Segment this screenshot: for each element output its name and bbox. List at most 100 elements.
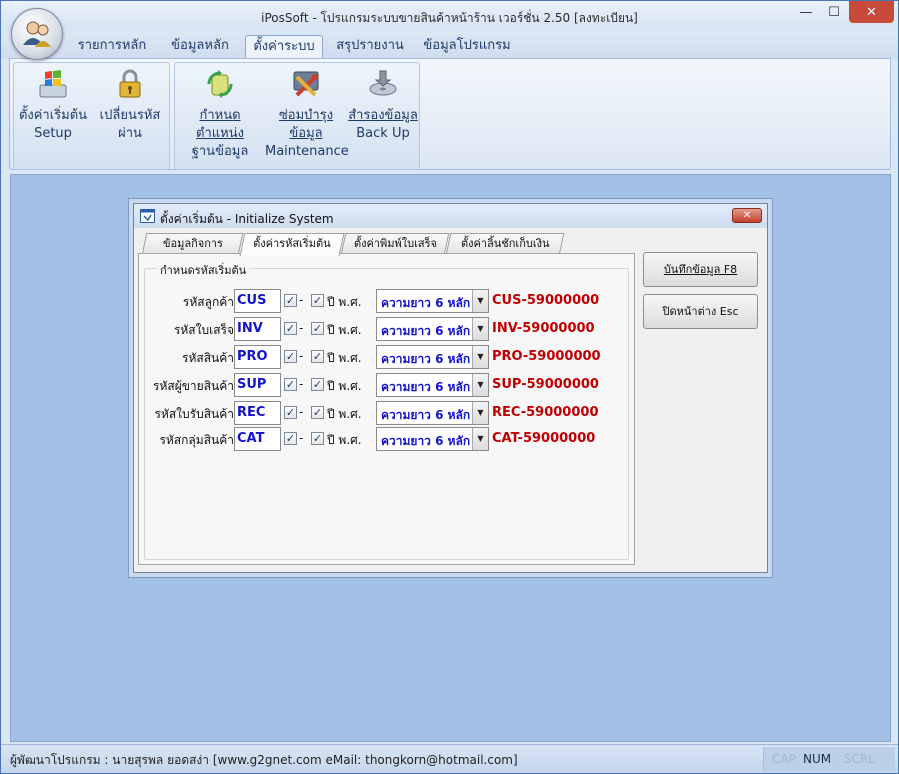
maximize-button[interactable]: ☐: [821, 1, 847, 23]
chevron-down-icon[interactable]: ▼: [472, 318, 488, 340]
chevron-down-icon[interactable]: ▼: [472, 290, 488, 312]
length-select-value: ความยาว 6 หลัก: [381, 352, 471, 366]
prefix-input[interactable]: PRO: [234, 345, 281, 369]
ribbon-tab-strip: รายการหลัก ข้อมูลหลัก ตั้งค่าระบบ สรุปรา…: [1, 31, 898, 60]
code-row-label: รหัสใบเสร็จ: [173, 323, 234, 337]
year-label: ปี พ.ศ.: [327, 351, 362, 365]
length-select[interactable]: ความยาว 6 หลัก ▼: [376, 373, 489, 397]
backup-button[interactable]: สำรองข้อมูล Back Up: [347, 67, 419, 143]
tab-receipt-printing[interactable]: ตั้งค่าพิมพ์ใบเสร็จ: [340, 233, 450, 255]
dash-label: -: [299, 431, 304, 445]
developer-info: ผู้พัฒนาโปรแกรม : นายสุรพล ยอดสง่า [www.…: [10, 753, 518, 767]
windows-setup-icon: [39, 70, 67, 98]
minimize-button[interactable]: —: [793, 1, 819, 23]
code-row: รหัสใบเสร็จ INV ✓ - ✓ ปี พ.ศ. ความยาว 6 หลัก ▼ I…: [145, 317, 630, 341]
code-sample: CAT-59000000: [492, 431, 596, 446]
year-checkbox[interactable]: ✓: [311, 406, 324, 419]
tab-business-info[interactable]: ข้อมูลกิจการ: [141, 233, 244, 255]
title-bar: iPosSoft - โปรแกรมระบบขายสินค้าหน้าร้าน …: [1, 1, 898, 31]
chevron-down-icon[interactable]: ▼: [472, 346, 488, 368]
change-password-label: เปลี่ยนรหัสผ่าน: [99, 108, 161, 141]
ribbon-group-setup: ตั้งค่าเริ่มต้น Setup เปลี่ยนรหัสผ่าน: [13, 62, 170, 170]
dash-checkbox[interactable]: ✓: [284, 378, 297, 391]
code-sample: SUP-59000000: [492, 377, 599, 392]
length-select-value: ความยาว 6 หลัก: [381, 434, 471, 448]
code-row-label: รหัสสินค้า: [182, 351, 234, 365]
database-location-icon: [207, 70, 233, 98]
database-location-label-1: กำหนดตำแหน่ง: [196, 108, 244, 141]
change-password-button[interactable]: เปลี่ยนรหัสผ่าน: [90, 67, 170, 143]
code-row-label: รหัสกลุ่มสินค้า: [159, 433, 234, 447]
dialog-close-button[interactable]: ✕: [732, 208, 762, 223]
year-label: ปี พ.ศ.: [327, 323, 362, 337]
maintenance-button[interactable]: ซ่อมบำรุงข้อมูล Maintenance: [265, 67, 349, 161]
code-row-label: รหัสผู้ขายสินค้า: [153, 379, 234, 393]
database-location-button[interactable]: กำหนดตำแหน่ง ฐานข้อมูล: [177, 67, 263, 161]
scroll-lock-indicator: SCRL: [844, 752, 876, 766]
dash-checkbox[interactable]: ✓: [284, 322, 297, 335]
dialog-title-bar[interactable]: ตั้งค่าเริ่มต้น - Initialize System ✕: [134, 204, 767, 228]
prefix-input[interactable]: CAT: [234, 427, 281, 451]
dash-checkbox[interactable]: ✓: [284, 350, 297, 363]
tab-reports[interactable]: สรุปรายงาน: [331, 35, 409, 59]
code-row: รหัสใบรับสินค้า REC ✓ - ✓ ปี พ.ศ. ความยาว 6 หล…: [145, 401, 630, 425]
close-window-button[interactable]: ปิดหน้าต่าง Esc: [643, 294, 758, 329]
status-bar: ผู้พัฒนาโปรแกรม : นายสุรพล ยอดสง่า [www.…: [1, 744, 898, 773]
ribbon-panel: ตั้งค่าเริ่มต้น Setup เปลี่ยนรหัสผ่าน กำ…: [9, 58, 891, 170]
dash-label: -: [299, 349, 304, 363]
length-select[interactable]: ความยาว 6 หลัก ▼: [376, 289, 489, 313]
tab-program-info[interactable]: ข้อมูลโปรแกรม: [417, 35, 517, 59]
length-select[interactable]: ความยาว 6 หลัก ▼: [376, 427, 489, 451]
code-row-label: รหัสลูกค้า: [182, 295, 234, 309]
tab-business-info-label: ข้อมูลกิจการ: [162, 237, 223, 250]
backup-disk-icon: [369, 70, 397, 96]
tab-initial-codes-label: ตั้งค่ารหัสเริ่มต้น: [253, 237, 331, 250]
main-window: iPosSoft - โปรแกรมระบบขายสินค้าหน้าร้าน …: [0, 0, 899, 774]
year-checkbox[interactable]: ✓: [311, 432, 324, 445]
length-select-value: ความยาว 6 หลัก: [381, 380, 471, 394]
prefix-input[interactable]: CUS: [234, 289, 281, 313]
year-checkbox[interactable]: ✓: [311, 350, 324, 363]
dash-checkbox[interactable]: ✓: [284, 432, 297, 445]
setup-button[interactable]: ตั้งค่าเริ่มต้น Setup: [16, 67, 90, 143]
close-button[interactable]: ✕: [849, 1, 894, 23]
prefix-input[interactable]: REC: [234, 401, 281, 425]
year-checkbox[interactable]: ✓: [311, 322, 324, 335]
save-button[interactable]: บันทึกข้อมูล F8: [643, 252, 758, 287]
backup-label-en: Back Up: [356, 126, 410, 141]
padlock-icon: [119, 69, 141, 98]
num-lock-indicator: NUM: [803, 752, 832, 766]
length-select[interactable]: ความยาว 6 หลัก ▼: [376, 345, 489, 369]
app-menu-button[interactable]: [11, 8, 63, 60]
save-button-label: บันทึกข้อมูล F8: [663, 263, 738, 276]
length-select[interactable]: ความยาว 6 หลัก ▼: [376, 317, 489, 341]
group-title: กำหนดรหัสเริ่มต้น: [157, 261, 250, 279]
tab-panel-initial-codes: กำหนดรหัสเริ่มต้น รหัสลูกค้า CUS ✓ - ✓ ปี พ.ศ…: [138, 253, 635, 565]
initialize-system-dialog: ตั้งค่าเริ่มต้น - Initialize System ✕ ข้…: [133, 203, 768, 573]
tab-master-data[interactable]: ข้อมูลหลัก: [163, 35, 237, 59]
tab-cash-drawer-label: ตั้งค่าลิ้นชักเก็บเงิน: [460, 237, 550, 250]
dash-checkbox[interactable]: ✓: [284, 294, 297, 307]
prefix-input[interactable]: INV: [234, 317, 281, 341]
prefix-input[interactable]: SUP: [234, 373, 281, 397]
tab-initial-codes[interactable]: ตั้งค่ารหัสเริ่มต้น: [239, 233, 345, 256]
year-checkbox[interactable]: ✓: [311, 378, 324, 391]
length-select-value: ความยาว 6 หลัก: [381, 324, 471, 338]
tab-main-items[interactable]: รายการหลัก: [69, 35, 155, 59]
setup-label-th: ตั้งค่าเริ่มต้น: [18, 108, 88, 123]
code-row-label: รหัสใบรับสินค้า: [154, 407, 234, 421]
window-form-icon: [140, 209, 155, 223]
dialog-title: ตั้งค่าเริ่มต้น - Initialize System: [160, 212, 334, 226]
chevron-down-icon[interactable]: ▼: [472, 374, 488, 396]
chevron-down-icon[interactable]: ▼: [472, 402, 488, 424]
tab-system-settings[interactable]: ตั้งค่าระบบ: [245, 35, 323, 60]
code-sample: REC-59000000: [492, 405, 599, 420]
tab-cash-drawer[interactable]: ตั้งค่าลิ้นชักเก็บเงิน: [445, 233, 565, 255]
chevron-down-icon[interactable]: ▼: [472, 428, 488, 450]
code-row: รหัสสินค้า PRO ✓ - ✓ ปี พ.ศ. ความยาว 6 หลัก ▼ PR…: [145, 345, 630, 369]
dash-checkbox[interactable]: ✓: [284, 406, 297, 419]
tab-receipt-printing-label: ตั้งค่าพิมพ์ใบเสร็จ: [353, 237, 437, 250]
year-label: ปี พ.ศ.: [327, 433, 362, 447]
year-checkbox[interactable]: ✓: [311, 294, 324, 307]
length-select[interactable]: ความยาว 6 หลัก ▼: [376, 401, 489, 425]
